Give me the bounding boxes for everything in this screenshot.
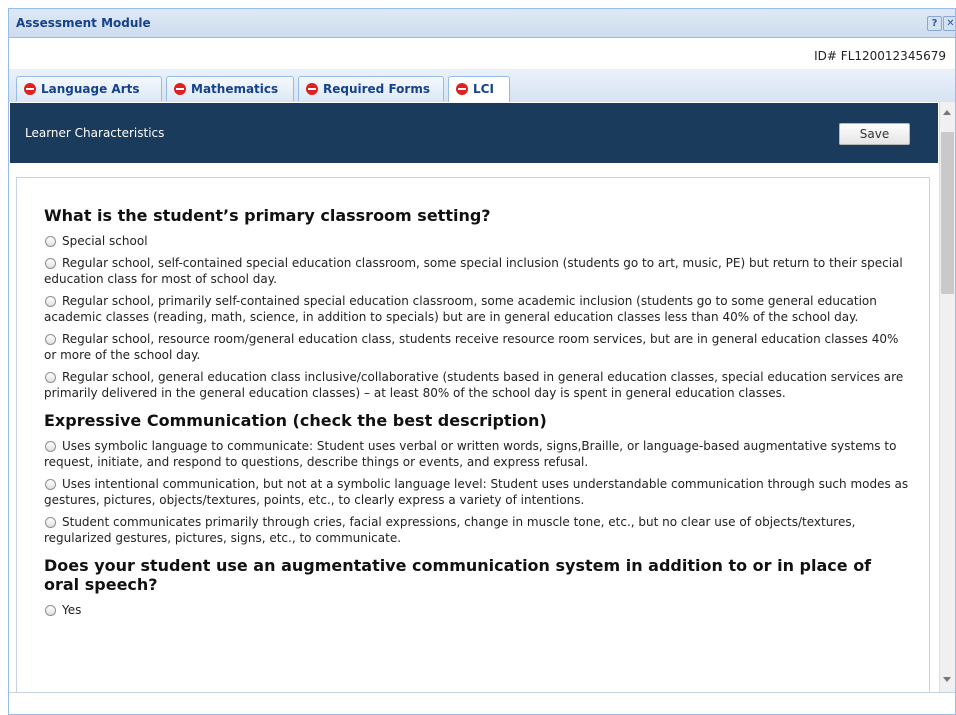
- radio-button[interactable]: [45, 258, 56, 269]
- radio-button[interactable]: [45, 441, 56, 452]
- radio-button[interactable]: [45, 334, 56, 345]
- tab-language-arts[interactable]: Language Arts: [16, 76, 162, 101]
- id-row: ID# FL120012345679: [9, 38, 955, 70]
- window-titlebar: Assessment Module ? ✕: [9, 9, 955, 38]
- radio-option[interactable]: Uses symbolic language to communicate: S…: [44, 438, 909, 470]
- question-title: Expressive Communication (check the best…: [44, 411, 547, 430]
- tab-label: Language Arts: [41, 82, 140, 96]
- option-label: Uses intentional communication, but not …: [44, 477, 909, 507]
- tab-label: Required Forms: [323, 82, 430, 96]
- radio-option[interactable]: Regular school, resource room/general ed…: [44, 331, 909, 363]
- save-button[interactable]: Save: [839, 123, 910, 145]
- red-minus-icon: [24, 83, 36, 95]
- radio-button[interactable]: [45, 517, 56, 528]
- red-minus-icon: [174, 83, 186, 95]
- tab-content: Learner Characteristics Save What is the…: [9, 102, 939, 692]
- panel-header: Learner Characteristics Save: [10, 103, 938, 163]
- red-minus-icon: [456, 83, 468, 95]
- red-minus-icon: [306, 83, 318, 95]
- radio-button[interactable]: [45, 296, 56, 307]
- radio-option[interactable]: Regular school, primarily self-contained…: [44, 293, 909, 325]
- scroll-up-icon[interactable]: [943, 110, 951, 115]
- help-icon[interactable]: ?: [927, 16, 942, 31]
- assessment-window: Assessment Module ? ✕ ID# FL120012345679…: [8, 8, 956, 715]
- option-label: Regular school, general education class …: [44, 370, 904, 400]
- lci-form: What is the student’s primary classroom …: [16, 177, 930, 692]
- radio-option[interactable]: Regular school, self-contained special e…: [44, 255, 909, 287]
- option-label: Uses symbolic language to communicate: S…: [44, 439, 897, 469]
- radio-option[interactable]: Uses intentional communication, but not …: [44, 476, 909, 508]
- radio-button[interactable]: [45, 372, 56, 383]
- radio-option[interactable]: Student communicates primarily through c…: [44, 514, 909, 546]
- radio-option[interactable]: Special school: [44, 233, 909, 249]
- window-title: Assessment Module: [16, 16, 151, 30]
- radio-option[interactable]: Regular school, general education class …: [44, 369, 909, 401]
- question-title: Does your student use an augmentative co…: [44, 556, 872, 594]
- option-label: Regular school, self-contained special e…: [44, 256, 903, 286]
- tab-lci[interactable]: LCI: [448, 76, 510, 102]
- radio-button[interactable]: [45, 236, 56, 247]
- tab-label: Mathematics: [191, 82, 279, 96]
- student-id: ID# FL120012345679: [814, 49, 946, 63]
- tab-label: LCI: [473, 82, 494, 96]
- radio-option[interactable]: Yes: [44, 602, 909, 618]
- window-footer: [9, 692, 955, 714]
- option-label: Yes: [62, 603, 82, 617]
- option-label: Student communicates primarily through c…: [44, 515, 856, 545]
- radio-button[interactable]: [45, 605, 56, 616]
- tab-mathematics[interactable]: Mathematics: [166, 76, 294, 101]
- option-label: Special school: [62, 234, 148, 248]
- close-icon[interactable]: ✕: [943, 16, 955, 31]
- tab-required-forms[interactable]: Required Forms: [298, 76, 444, 101]
- option-label: Regular school, primarily self-contained…: [44, 294, 877, 324]
- question-title: What is the student’s primary classroom …: [44, 206, 491, 225]
- tab-bar: Language Arts Mathematics Required Forms…: [9, 70, 955, 103]
- scroll-down-icon[interactable]: [943, 677, 951, 682]
- vertical-scrollbar[interactable]: [939, 102, 955, 692]
- scroll-thumb[interactable]: [941, 132, 954, 294]
- radio-button[interactable]: [45, 479, 56, 490]
- option-label: Regular school, resource room/general ed…: [44, 332, 899, 362]
- panel-title: Learner Characteristics: [25, 126, 165, 140]
